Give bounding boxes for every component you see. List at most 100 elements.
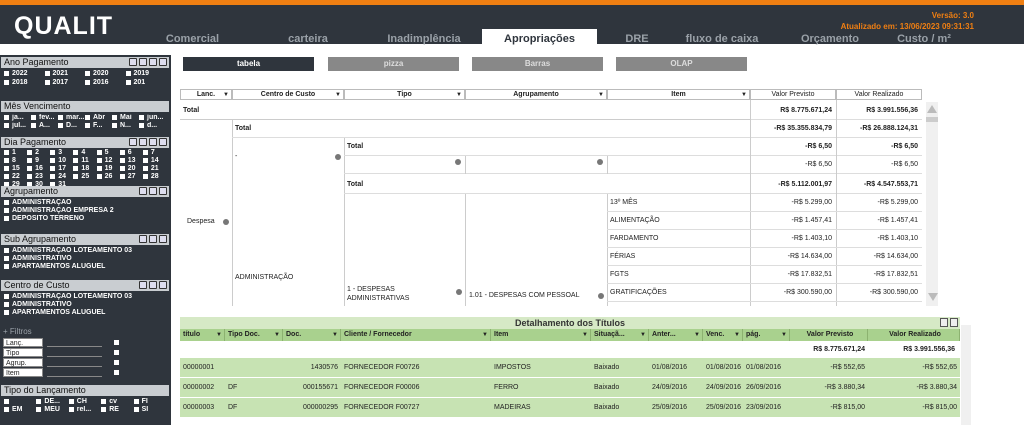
detail-col-header[interactable]: pág. ▼ — [743, 329, 790, 341]
col-header-item[interactable]: Item ▼ — [607, 89, 750, 100]
sort-arrow-icon[interactable]: ▼ — [781, 329, 787, 341]
detail-col-header[interactable]: Item ▼ — [491, 329, 591, 341]
scroll-up-icon[interactable] — [927, 105, 937, 113]
col-header-agrupamento[interactable]: Agrupamento ▼ — [465, 89, 607, 100]
expand-icon[interactable] — [597, 159, 603, 165]
ano-2018[interactable]: 2018 — [4, 79, 45, 87]
dia-item[interactable]: 23 — [27, 173, 50, 181]
filtro-value[interactable] — [47, 358, 102, 367]
detail-scrollbar[interactable] — [961, 325, 971, 425]
list-icon[interactable] — [149, 281, 157, 289]
col-header-tipo[interactable]: Tipo ▼ — [344, 89, 465, 100]
refresh-icon[interactable] — [129, 58, 137, 66]
tipo-lanc-item[interactable] — [4, 398, 36, 406]
dia-item[interactable]: 24 — [50, 173, 73, 181]
filtro-item-select[interactable]: Item — [3, 367, 43, 377]
save-icon[interactable] — [940, 318, 948, 327]
sort-arrow-icon[interactable]: ▼ — [216, 329, 222, 341]
scroll-down-icon[interactable] — [927, 290, 939, 301]
dia-item[interactable]: 14 — [143, 157, 166, 165]
view-tabela-button[interactable]: tabela — [183, 57, 314, 71]
dia-item[interactable]: 26 — [97, 173, 120, 181]
dia-item[interactable]: 20 — [120, 165, 143, 173]
dia-item[interactable]: 12 — [97, 157, 120, 165]
mes-item[interactable]: A... — [31, 122, 58, 130]
tipo-lanc-item[interactable]: DE... — [36, 398, 68, 406]
search-icon[interactable] — [139, 58, 147, 66]
tipo-lanc-item[interactable]: cv — [101, 398, 133, 406]
sort-arrow-icon[interactable]: ▼ — [640, 329, 646, 341]
tipo-lanc-item[interactable]: SI — [134, 406, 166, 414]
sub-agrupamento-item[interactable]: ADMINISTRAÇÃO LOTEAMENTO 03 — [4, 247, 166, 255]
filtro-tipo-select[interactable]: Tipo — [3, 347, 43, 357]
detail-col-header[interactable]: Tipo Doc. ▼ — [225, 329, 283, 341]
filtros-title[interactable]: + Filtros — [0, 327, 171, 337]
tipo-lanc-item[interactable]: rel... — [69, 406, 101, 414]
view-olap-button[interactable]: OLAP — [616, 57, 747, 71]
dia-item[interactable]: 25 — [73, 173, 96, 181]
sort-arrow-icon[interactable]: ▼ — [223, 90, 229, 100]
clear-icon[interactable] — [159, 187, 167, 195]
ano-2022[interactable]: 2022 — [4, 70, 45, 78]
dia-item[interactable]: 1 — [4, 149, 27, 157]
clear-icon[interactable] — [159, 138, 167, 146]
detail-col-header[interactable]: Doc. ▼ — [283, 329, 341, 341]
detail-col-header[interactable]: título ▼ — [180, 329, 225, 341]
sort-arrow-icon[interactable]: ▼ — [332, 329, 338, 341]
expand-icon[interactable] — [456, 289, 462, 295]
dia-item[interactable]: 2 — [27, 149, 50, 157]
mes-item[interactable]: F... — [85, 122, 112, 130]
list-icon[interactable] — [149, 235, 157, 243]
dia-item[interactable]: 8 — [4, 157, 27, 165]
dia-item[interactable]: 11 — [73, 157, 96, 165]
col-header-centro-custo[interactable]: Centro de Custo ▼ — [232, 89, 344, 100]
detail-row[interactable]: 00000002 DF 000155671 FORNECEDOR F00006 FERR… — [180, 378, 960, 398]
clear-icon[interactable] — [159, 58, 167, 66]
clear-icon[interactable] — [159, 281, 167, 289]
mes-item[interactable]: d... — [139, 122, 166, 130]
detail-col-header[interactable]: Valor Previsto — [790, 329, 868, 341]
detail-col-header[interactable]: Venc. ▼ — [703, 329, 743, 341]
tipo-lanc-item[interactable]: RE — [101, 406, 133, 414]
expand-icon[interactable] — [223, 219, 229, 225]
ano-2020[interactable]: 2020 — [85, 70, 126, 78]
dia-item[interactable]: 9 — [27, 157, 50, 165]
sort-arrow-icon[interactable]: ▼ — [582, 329, 588, 341]
ano-2021[interactable]: 2021 — [45, 70, 86, 78]
filtro-checkbox[interactable] — [114, 369, 119, 375]
filtro-agrup-select[interactable]: Agrup. — [3, 357, 43, 367]
mes-item[interactable]: jul... — [4, 122, 31, 130]
detail-col-header[interactable]: Valor Realizado — [868, 329, 960, 341]
filtro-checkbox[interactable] — [114, 359, 119, 365]
tab-custo-m2[interactable]: Custo / m² — [884, 29, 964, 49]
filtro-value[interactable] — [47, 348, 102, 357]
search-icon[interactable] — [139, 235, 147, 243]
ano-2017[interactable]: 2017 — [45, 79, 86, 87]
dia-item[interactable]: 10 — [50, 157, 73, 165]
filtro-value[interactable] — [47, 338, 102, 347]
agrupamento-item[interactable]: ADMINISTRAÇÃO — [4, 199, 166, 207]
mes-item[interactable]: mar... — [58, 114, 85, 122]
ano-2019[interactable]: 2019 — [126, 70, 167, 78]
dia-item[interactable]: 18 — [73, 165, 96, 173]
agrupamento-item[interactable]: ADMINISTRAÇÃO EMPRESA 2 — [4, 207, 166, 215]
tab-comercial[interactable]: Comercial — [155, 29, 230, 49]
mes-item[interactable]: fev... — [31, 114, 58, 122]
dia-item[interactable]: 21 — [143, 165, 166, 173]
detail-col-header[interactable]: Cliente / Fornecedor ▼ — [341, 329, 491, 341]
mes-item[interactable]: ja... — [4, 114, 31, 122]
sub-agrupamento-item[interactable]: APARTAMENTOS ALUGUEL — [4, 263, 166, 271]
dia-item[interactable]: 16 — [27, 165, 50, 173]
dia-item[interactable]: 5 — [97, 149, 120, 157]
detail-col-header[interactable]: Situaçã... ▼ — [591, 329, 649, 341]
scrollbar[interactable] — [926, 102, 938, 306]
mes-item[interactable]: Abr — [85, 114, 112, 122]
sort-arrow-icon[interactable]: ▼ — [694, 329, 700, 341]
sort-arrow-icon[interactable]: ▼ — [335, 90, 341, 100]
tab-dre[interactable]: DRE — [612, 29, 662, 49]
dia-item[interactable]: 7 — [143, 149, 166, 157]
sort-arrow-icon[interactable]: ▼ — [456, 90, 462, 100]
detail-row[interactable]: 00000001 1430576 FORNECEDOR F00726 IMPOSTOS… — [180, 358, 960, 378]
ano-2016[interactable]: 2016 — [85, 79, 126, 87]
tipo-lanc-item[interactable]: CH — [69, 398, 101, 406]
